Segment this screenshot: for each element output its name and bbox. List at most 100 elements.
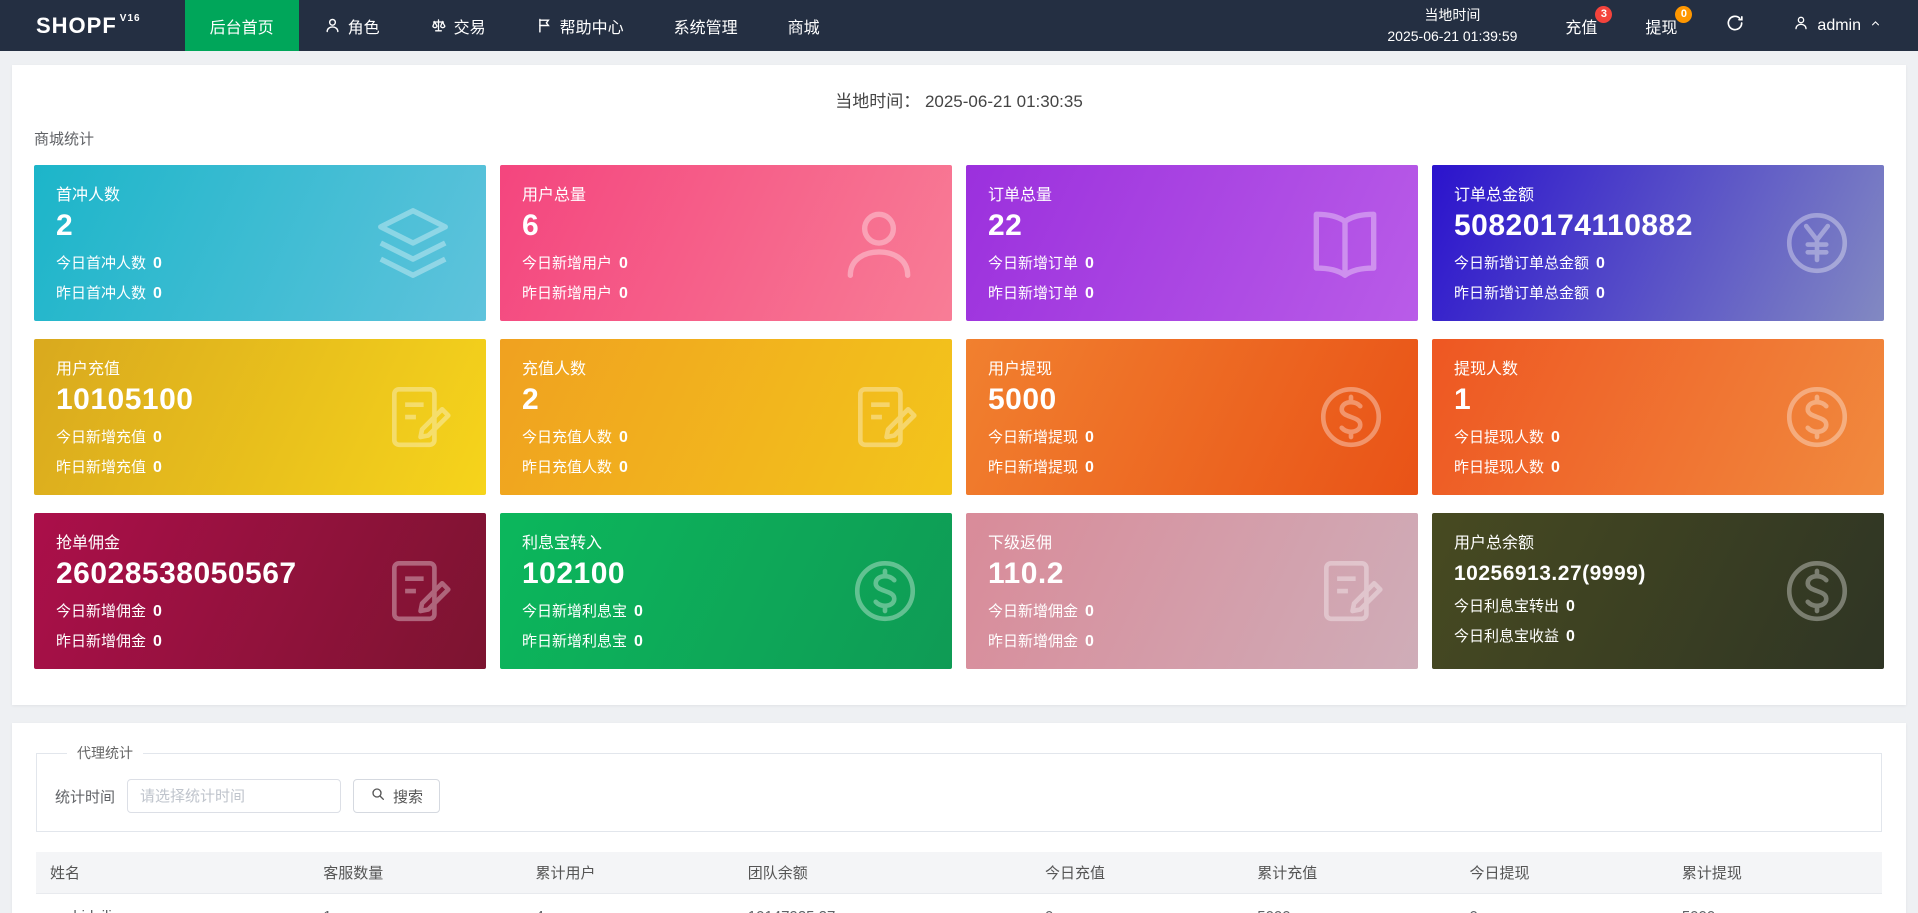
- card-line-label: 今日充值人数: [522, 429, 613, 446]
- refresh-button[interactable]: [1701, 0, 1769, 51]
- card-line-label: 今日利息宝转出: [1454, 598, 1560, 615]
- logo-version: V16: [119, 13, 141, 24]
- search-button[interactable]: 搜索: [353, 779, 441, 813]
- nav-item-label: 后台首页: [209, 19, 274, 37]
- card-line-value: 0: [1551, 459, 1560, 476]
- card-line-value: 0: [1551, 429, 1560, 446]
- refresh-icon: [1725, 13, 1745, 38]
- search-button-label: 搜索: [393, 788, 424, 806]
- stat-card-total-users: 用户总量 6 今日新增用户 0 昨日新增用户 0: [500, 165, 952, 321]
- card-line-label: 昨日新增佣金: [56, 633, 147, 650]
- agent-table: 姓名 客服数量 累计用户 团队余额 今日充值 累计充值 今日提现 累计提现 ce…: [36, 852, 1882, 913]
- cell-team-balance: 10147925.27: [733, 893, 1031, 913]
- card-line-label: 昨日新增利息宝: [522, 633, 628, 650]
- card-line-value: 0: [1085, 459, 1094, 476]
- card-line-label: 昨日新增充值: [56, 459, 147, 476]
- card-line-value: 0: [619, 285, 628, 302]
- card-title: 充值人数: [522, 361, 587, 378]
- nav-item-roles[interactable]: 角色: [299, 0, 405, 51]
- admin-username: admin: [1817, 16, 1861, 34]
- nav-item-label: 角色: [347, 19, 380, 37]
- column-header: 团队余额: [733, 852, 1031, 894]
- edit-document-icon: [382, 554, 456, 628]
- stat-card-referral-rebate: 下级返佣 110.2 今日新增佣金 0 昨日新增佣金 0: [966, 513, 1418, 669]
- card-line-value: 0: [634, 603, 643, 620]
- nav-item-dashboard[interactable]: 后台首页: [184, 0, 299, 51]
- nav-item-system[interactable]: 系统管理: [649, 0, 763, 51]
- admin-dropdown[interactable]: admin: [1769, 0, 1918, 51]
- nav-item-help-center[interactable]: 帮助中心: [511, 0, 649, 51]
- stat-card-withdraw-users: 提现人数 1 今日提现人数 0 昨日提现人数 0: [1432, 339, 1884, 495]
- card-line-value: 0: [634, 633, 643, 650]
- card-line-label: 昨日新增订单: [988, 285, 1079, 302]
- user-icon: [836, 200, 922, 286]
- search-icon: [370, 786, 386, 806]
- card-line-label: 今日新增订单: [988, 255, 1079, 272]
- logo-text: SHOPF: [36, 12, 117, 38]
- nav-item-mall[interactable]: 商城: [763, 0, 845, 51]
- table-header-row: 姓名 客服数量 累计用户 团队余额 今日充值 累计充值 今日提现 累计提现: [36, 852, 1882, 894]
- stat-card-grab-commission: 抢单佣金 26028538050567 今日新增佣金 0 昨日新增佣金 0: [34, 513, 486, 669]
- card-line-label: 今日新增佣金: [56, 603, 147, 620]
- card-title: 用户总余额: [1454, 535, 1535, 552]
- recharge-badge: 3: [1595, 6, 1613, 23]
- scales-icon: [430, 17, 447, 34]
- local-time-block: 当地时间 2025-06-21 01:39:59: [1363, 0, 1541, 51]
- card-line-label: 今日新增用户: [522, 255, 613, 272]
- dollar-circle-icon: [1780, 554, 1854, 628]
- cell-total-recharge: 5000: [1243, 893, 1456, 913]
- stats-panel: 当地时间： 2025-06-21 01:30:35 商城统计 首冲人数 2 今日…: [12, 65, 1906, 705]
- card-line-label: 昨日新增提现: [988, 459, 1079, 476]
- nav-item-label: 商城: [787, 19, 820, 37]
- card-line-label: 今日新增订单总金额: [1454, 255, 1590, 272]
- column-header: 今日充值: [1030, 852, 1244, 894]
- card-line-value: 0: [153, 459, 162, 476]
- stat-card-interest-deposit: 利息宝转入 102100 今日新增利息宝 0 昨日新增利息宝 0: [500, 513, 952, 669]
- card-line-value: 0: [1085, 429, 1094, 446]
- card-line-label: 昨日充值人数: [522, 459, 613, 476]
- withdraw-button[interactable]: 提现 0: [1621, 0, 1701, 51]
- card-line-value: 0: [153, 285, 162, 302]
- card-title: 抢单佣金: [56, 535, 121, 552]
- card-line-label: 昨日提现人数: [1454, 459, 1545, 476]
- local-time-value: 2025-06-21 01:39:59: [1387, 27, 1518, 44]
- edit-document-icon: [382, 380, 456, 454]
- recharge-label: 充值: [1565, 19, 1598, 37]
- card-line-label: 今日新增佣金: [988, 603, 1079, 620]
- stats-grid: 首冲人数 2 今日首冲人数 0 昨日首冲人数 0 用户总量 6 今日新增用户 0 昨日…: [12, 161, 1906, 693]
- stats-time-input[interactable]: [127, 779, 342, 813]
- card-line-label: 今日利息宝收益: [1454, 628, 1560, 645]
- card-line-value: 0: [153, 633, 162, 650]
- section-title-mall-stats: 商城统计: [34, 131, 95, 148]
- stat-card-first-charge-users: 首冲人数 2 今日首冲人数 0 昨日首冲人数 0: [34, 165, 486, 321]
- page-local-time: 当地时间： 2025-06-21 01:30:35: [12, 65, 1906, 112]
- card-line-label: 昨日首冲人数: [56, 285, 147, 302]
- user-icon: [1793, 15, 1809, 36]
- nav-item-trade[interactable]: 交易: [405, 0, 511, 51]
- card-line-value: 0: [1085, 285, 1094, 302]
- card-line-label: 今日新增利息宝: [522, 603, 628, 620]
- flag-icon: [536, 17, 553, 34]
- card-title: 利息宝转入: [522, 535, 603, 552]
- stats-time-label: 统计时间: [55, 788, 116, 806]
- top-navbar: SHOPF V16 后台首页 角色 交易 帮助中心 系统管理 商城 当地时间 2…: [0, 0, 1918, 51]
- card-line-value: 0: [1596, 285, 1605, 302]
- main-menu: 后台首页 角色 交易 帮助中心 系统管理 商城: [184, 0, 845, 51]
- card-line-value: 0: [619, 459, 628, 476]
- user-icon: [324, 17, 341, 34]
- column-header: 累计充值: [1243, 852, 1456, 894]
- card-line-label: 今日提现人数: [1454, 429, 1545, 446]
- card-line-value: 0: [1566, 628, 1575, 645]
- card-title: 订单总金额: [1454, 187, 1535, 204]
- nav-item-label: 系统管理: [673, 19, 738, 37]
- navbar-right: 当地时间 2025-06-21 01:39:59 充值 3 提现 0 admin: [1363, 0, 1918, 51]
- edit-document-icon: [848, 380, 922, 454]
- recharge-button[interactable]: 充值 3: [1541, 0, 1621, 51]
- stat-card-recharge-users: 充值人数 2 今日充值人数 0 昨日充值人数 0: [500, 339, 952, 495]
- nav-item-label: 帮助中心: [559, 19, 624, 37]
- card-line-label: 今日新增提现: [988, 429, 1079, 446]
- agent-stats-panel: 代理统计 统计时间 搜索 姓名 客服数量 累计用户 团队余额 今日充值: [12, 723, 1906, 913]
- book-icon: [1302, 200, 1388, 286]
- column-header: 客服数量: [309, 852, 522, 894]
- card-title: 用户充值: [56, 361, 121, 378]
